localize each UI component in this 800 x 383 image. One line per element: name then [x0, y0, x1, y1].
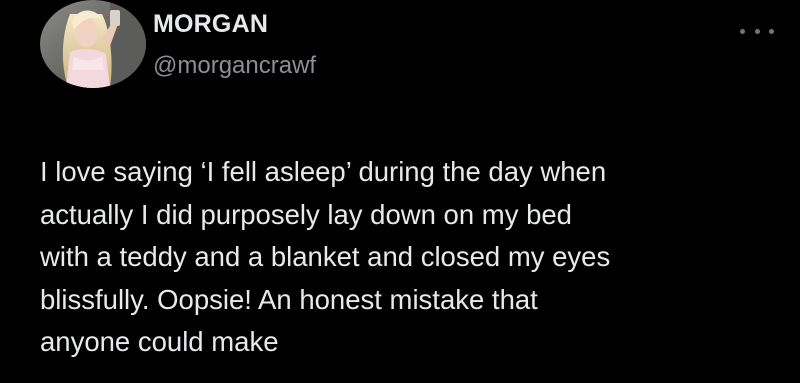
tweet-text-line: with a teddy and a blanket and closed my…	[40, 241, 611, 272]
dot-icon	[740, 28, 745, 34]
tweet-text: I love saying ‘I fell asleep’ during the…	[40, 151, 785, 364]
user-handle[interactable]: @morgancrawf	[153, 52, 316, 80]
tweet-text-line: actually I did purposely lay down on my …	[40, 198, 572, 230]
profile-photo-icon	[40, 0, 146, 88]
more-options-icon[interactable]	[740, 22, 774, 40]
dot-icon	[754, 28, 760, 34]
tweet-text-line: I love saying ‘I fell asleep’ during the…	[40, 156, 607, 187]
avatar[interactable]	[40, 0, 146, 88]
dot-icon	[769, 28, 774, 34]
display-name[interactable]: MORGAN	[153, 10, 268, 39]
tweet-card: MORGAN @morgancrawf I love saying ‘I fel…	[0, 0, 800, 383]
tweet-text-line: anyone could make	[40, 326, 279, 357]
tweet-text-line: blissfully. Oopsie! An honest mistake th…	[40, 283, 538, 315]
